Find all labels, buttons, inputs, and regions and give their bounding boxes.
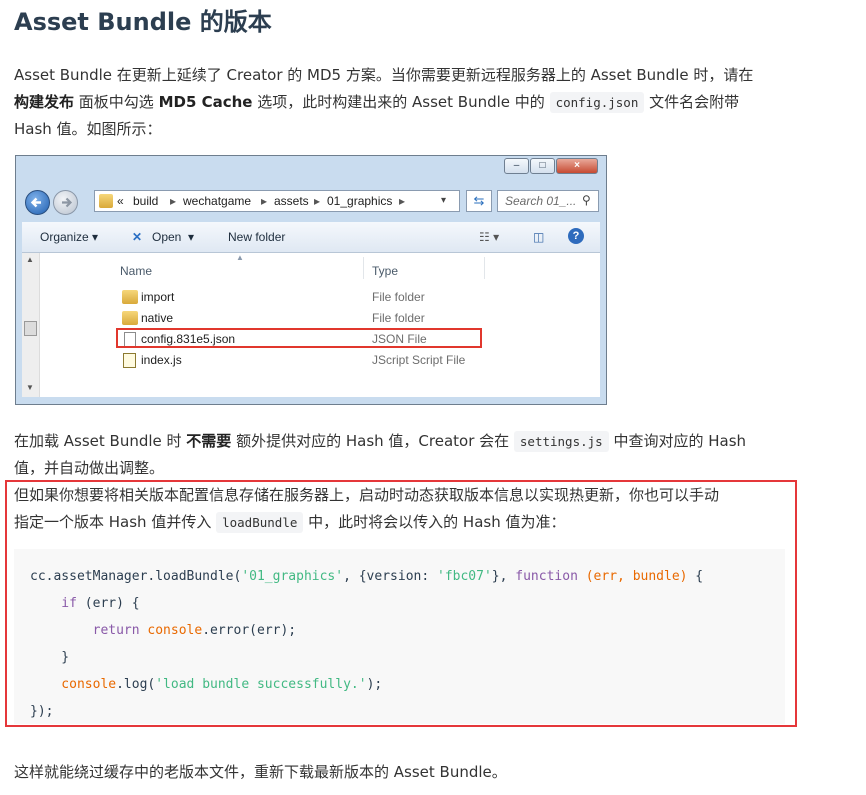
organize-label: Organize bbox=[40, 230, 89, 244]
text: 中查询对应的 Hash bbox=[608, 432, 747, 450]
inline-code: loadBundle bbox=[216, 512, 304, 533]
forward-arrow-icon bbox=[53, 190, 78, 215]
paragraph-line: 指定一个版本 Hash 值并传入 loadBundle 中，此时将会以传入的 H… bbox=[14, 509, 719, 536]
file-name: native bbox=[141, 311, 174, 325]
paragraph-manual-hash: 但如果你想要将相关版本配置信息存储在服务器上，启动时动态获取版本信息以实现热更新… bbox=[14, 482, 719, 536]
code-token: (err) { bbox=[76, 596, 140, 611]
explorer-window-screenshot: – □ × « build ▸ wechatgame ▸ assets ▸ 01… bbox=[15, 155, 607, 405]
close-icon: × bbox=[556, 158, 598, 174]
code-string: '01_graphics' bbox=[241, 569, 344, 584]
code-line: return console.error(err); bbox=[30, 623, 297, 638]
code-string: 'load bundle successfully.' bbox=[155, 677, 367, 692]
code-token: .error(err); bbox=[202, 623, 297, 638]
address-bar: « build ▸ wechatgame ▸ assets ▸ 01_graph… bbox=[94, 190, 460, 212]
breadcrumb-chevron: « bbox=[117, 194, 124, 208]
text: 额外提供对应的 Hash 值，Creator 会在 bbox=[231, 432, 514, 450]
file-list-pane: ▲ ▼ Name ▲ Type import File folder nativ… bbox=[22, 253, 600, 397]
paragraph-line: 值，并自动做出调整。 bbox=[14, 459, 165, 477]
maximize-icon: □ bbox=[530, 158, 555, 174]
file-type: File folder bbox=[372, 311, 425, 325]
folder-icon bbox=[122, 290, 138, 304]
file-type: File folder bbox=[372, 290, 425, 304]
breadcrumb-assets: assets bbox=[274, 194, 309, 208]
file-row: native File folder bbox=[22, 308, 600, 329]
paragraph-md5-intro: Asset Bundle 在更新上延续了 Creator 的 MD5 方案。当你… bbox=[14, 62, 753, 143]
highlight-box bbox=[116, 328, 482, 348]
open-button: Open ▾ bbox=[152, 230, 195, 244]
bold-not-needed: 不需要 bbox=[186, 432, 232, 450]
code-block: cc.assetManager.loadBundle('01_graphics'… bbox=[14, 549, 785, 724]
paragraph-line: Hash 值。如图所示： bbox=[14, 120, 162, 138]
navigation-bar: « build ▸ wechatgame ▸ assets ▸ 01_graph… bbox=[16, 184, 606, 220]
paragraph-line: 构建发布 面板中勾选 MD5 Cache 选项，此时构建出来的 Asset Bu… bbox=[14, 89, 753, 116]
code-token: cc.assetManager.loadBundle( bbox=[30, 569, 242, 584]
search-icon: ⚲ bbox=[582, 193, 591, 207]
search-placeholder: Search 01_... bbox=[505, 194, 577, 208]
code-line: }); bbox=[30, 704, 54, 719]
dropdown-chevron-icon: ▾ bbox=[441, 195, 447, 206]
inline-code: config.json bbox=[549, 92, 645, 113]
column-header-name: Name bbox=[120, 264, 153, 278]
code-token: { bbox=[687, 569, 704, 584]
bold-md5-cache: MD5 Cache bbox=[158, 93, 253, 111]
code-line: } bbox=[30, 650, 70, 665]
code-string: 'fbc07' bbox=[437, 569, 492, 584]
help-icon: ? bbox=[568, 228, 584, 244]
folder-icon bbox=[99, 194, 113, 208]
inline-code: settings.js bbox=[513, 431, 609, 452]
refresh-icon: ⇆ bbox=[466, 190, 492, 212]
code-params: (err, bundle) bbox=[577, 569, 688, 584]
bold-build-panel: 构建发布 bbox=[14, 93, 75, 111]
text: 中，此时将会以传入的 Hash 值为准： bbox=[303, 513, 566, 531]
paragraph-line: Asset Bundle 在更新上延续了 Creator 的 MD5 方案。当你… bbox=[14, 66, 754, 84]
search-box: Search 01_... ⚲ bbox=[497, 190, 599, 212]
text: 在加载 Asset Bundle 时 bbox=[14, 432, 187, 450]
explorer-toolbar: Organize ▾ ✕ Open ▾ New folder ☷ ▾ ◫ ? bbox=[22, 222, 600, 253]
text: 面板中勾选 bbox=[74, 93, 159, 111]
breadcrumb-build: build bbox=[133, 194, 159, 208]
open-label: Open bbox=[152, 230, 182, 244]
paragraph-line: 但如果你想要将相关版本配置信息存储在服务器上，启动时动态获取版本信息以实现热更新… bbox=[14, 486, 720, 504]
file-name: index.js bbox=[141, 353, 182, 367]
new-folder-button: New folder bbox=[228, 230, 286, 244]
folder-icon bbox=[122, 311, 138, 325]
code-builtin: console bbox=[30, 677, 117, 692]
paragraph-conclusion: 这样就能绕过缓存中的老版本文件，重新下载最新版本的 Asset Bundle。 bbox=[14, 763, 507, 781]
text: 选项，此时构建出来的 Asset Bundle 中的 bbox=[252, 93, 550, 111]
code-line: console.log('load bundle successfully.')… bbox=[30, 677, 382, 692]
organize-button: Organize ▾ bbox=[40, 230, 99, 244]
paragraph-settings-hash: 在加载 Asset Bundle 时 不需要 额外提供对应的 Hash 值，Cr… bbox=[14, 428, 746, 482]
code-token: }, bbox=[491, 569, 516, 584]
preview-pane-icon: ◫ bbox=[533, 230, 545, 244]
view-options-icon: ☷ ▾ bbox=[479, 230, 500, 244]
vscode-icon: ✕ bbox=[132, 230, 143, 244]
code-token: , {version: bbox=[343, 569, 437, 584]
page-title: Asset Bundle 的版本 bbox=[14, 8, 272, 36]
file-row: import File folder bbox=[22, 287, 600, 308]
code-token: ); bbox=[366, 677, 383, 692]
file-type: JScript Script File bbox=[372, 353, 466, 367]
code-line: cc.assetManager.loadBundle('01_graphics'… bbox=[30, 569, 703, 584]
breadcrumb-wechatgame: wechatgame bbox=[183, 194, 252, 208]
back-arrow-icon bbox=[25, 190, 50, 215]
breadcrumb-01-graphics: 01_graphics bbox=[327, 194, 393, 208]
code-builtin: console bbox=[139, 623, 203, 638]
code-keyword: return bbox=[30, 623, 140, 638]
code-line: if (err) { bbox=[30, 596, 140, 611]
code-keyword: function bbox=[515, 569, 578, 584]
minimize-icon: – bbox=[504, 158, 529, 174]
text: 指定一个版本 Hash 值并传入 bbox=[14, 513, 217, 531]
paragraph-line: 在加载 Asset Bundle 时 不需要 额外提供对应的 Hash 值，Cr… bbox=[14, 428, 746, 455]
file-name: import bbox=[141, 290, 175, 304]
column-header-type: Type bbox=[372, 264, 399, 278]
file-row: index.js JScript Script File bbox=[22, 350, 600, 371]
script-icon bbox=[123, 353, 136, 368]
code-token: .log( bbox=[116, 677, 156, 692]
code-keyword: if bbox=[30, 596, 77, 611]
text: 文件名会附带 bbox=[644, 93, 740, 111]
